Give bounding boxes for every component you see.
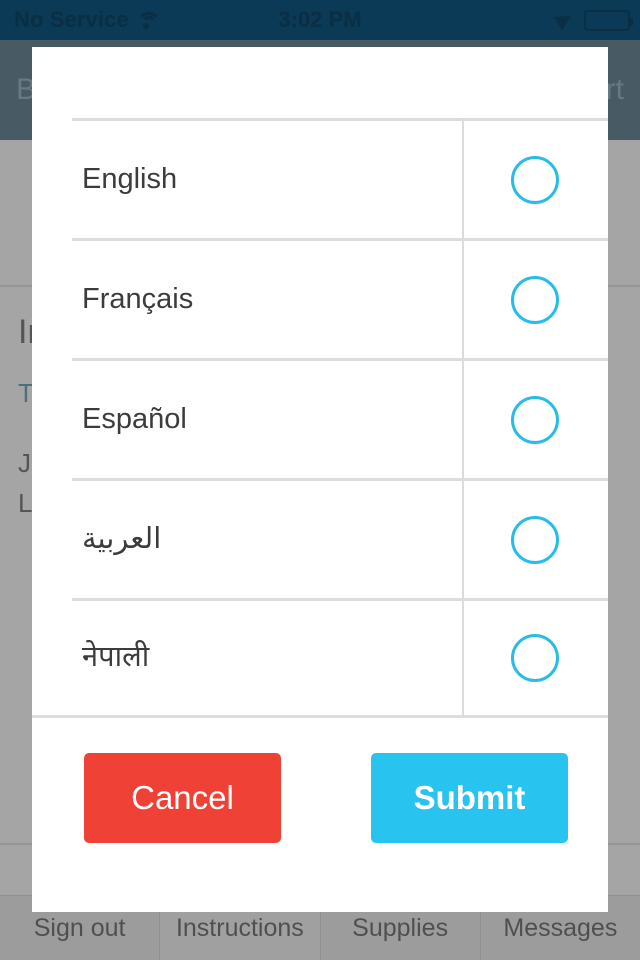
location-arrow-icon [554, 9, 575, 31]
radio-button-icon[interactable] [511, 155, 559, 204]
radio-cell[interactable] [462, 634, 608, 682]
language-option-english[interactable]: English [32, 118, 608, 238]
language-label: English [82, 162, 178, 195]
status-bar: No Service 3:02 PM [0, 0, 640, 40]
radio-cell[interactable] [462, 515, 608, 564]
radio-cell[interactable] [462, 275, 608, 324]
language-label: العربية [82, 522, 162, 555]
language-option-espanol[interactable]: Español [32, 358, 608, 478]
radio-button-icon[interactable] [511, 634, 559, 682]
radio-button-icon[interactable] [511, 275, 559, 324]
modal-action-bar: Cancel Submit [32, 738, 608, 858]
clock-label: 3:02 PM [278, 7, 362, 32]
status-bar-right [554, 9, 633, 31]
submit-button[interactable]: Submit [371, 753, 568, 843]
radio-button-icon[interactable] [511, 395, 559, 444]
language-picker-modal: English Français Español العربية नेपाली … [32, 47, 608, 912]
radio-button-icon[interactable] [511, 515, 559, 564]
modal-header-spacer [32, 47, 608, 118]
radio-cell[interactable] [462, 395, 608, 444]
language-option-arabic[interactable]: العربية [32, 478, 608, 598]
phone-screen: No Service 3:02 PM Back Cart Instruction… [0, 0, 640, 960]
battery-full-icon [584, 9, 633, 31]
language-option-list: English Français Español العربية नेपाली [32, 118, 608, 718]
language-option-francais[interactable]: Français [32, 238, 608, 358]
language-label: Español [82, 402, 187, 435]
language-label: Français [82, 282, 194, 315]
cancel-button[interactable]: Cancel [84, 753, 281, 843]
radio-cell[interactable] [462, 155, 608, 204]
language-option-nepali[interactable]: नेपाली [32, 598, 608, 718]
language-label: नेपाली [82, 641, 150, 674]
